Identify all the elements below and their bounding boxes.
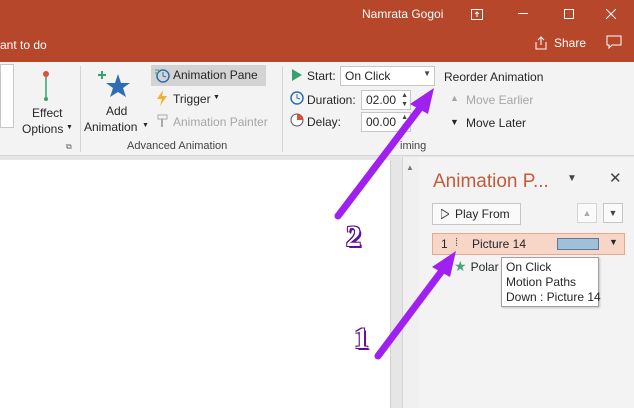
delay-label: Delay: (307, 115, 342, 129)
duration-label: Duration: (307, 93, 356, 107)
chevron-down-icon[interactable]: ▼ (567, 173, 577, 184)
duration-icon (290, 91, 304, 108)
move-earlier-label: Move Earlier (466, 93, 534, 107)
spinner-icon[interactable]: ▲ ▼ (401, 113, 408, 131)
start-icon (292, 69, 302, 84)
spinner-icon[interactable]: ▲ ▼ (401, 91, 408, 109)
lightning-icon (156, 90, 168, 109)
animation-name: Picture 14 (472, 237, 527, 251)
tooltip-line: On Click (506, 260, 552, 274)
user-name[interactable]: Namrata Gogoi (362, 7, 443, 21)
start-select[interactable]: On Click ▼ (340, 66, 435, 86)
title-bar: Namrata Gogoi (0, 0, 634, 28)
animation-pane-label: Animation Pane (173, 68, 258, 82)
effect-options-icon (43, 71, 49, 101)
delay-icon (290, 113, 304, 130)
dialog-launcher-icon[interactable]: ⧉ (66, 142, 72, 152)
divider (80, 66, 81, 152)
timing-group-label: iming (400, 140, 427, 152)
ribbon-display-icon[interactable] (454, 0, 500, 28)
slide-canvas[interactable] (0, 160, 391, 408)
triangle-up-icon: ▲ (450, 93, 459, 103)
trigger-label: Trigger (173, 92, 211, 106)
move-down-button[interactable]: ▼ (603, 203, 623, 223)
ribbon: Effect Options ▼ ⧉ Add Animation ▼ Anima… (0, 62, 634, 156)
divider (282, 66, 283, 152)
play-icon (441, 209, 449, 219)
start-value: On Click (345, 69, 391, 83)
chevron-down-icon: ▼ (423, 69, 431, 78)
gallery-scroll[interactable] (0, 64, 14, 128)
add-animation-line2: Animation (84, 120, 138, 134)
duration-input[interactable]: 02.00 ▲ ▼ (361, 90, 411, 110)
move-later-button[interactable]: ▼ Move Later (448, 115, 538, 133)
reorder-animation-label: Reorder Animation (444, 70, 544, 84)
add-animation-button[interactable]: Add Animation ▼ (84, 66, 150, 138)
effect-options-line2: Options (22, 122, 64, 136)
share-button[interactable]: Share (534, 36, 586, 50)
annotation-marker-1: 1 (354, 322, 369, 355)
painter-icon (156, 114, 170, 131)
add-animation-line1: Add (106, 104, 128, 118)
share-icon (535, 36, 547, 50)
chevron-down-icon: ▼ (142, 122, 149, 129)
start-label: Start: (307, 69, 336, 83)
animation-pane-icon (154, 67, 170, 86)
share-label: Share (554, 36, 587, 50)
animation-tooltip: On Click Motion Paths Down : Picture 14 (501, 257, 601, 307)
animation-pane-title: Animation P... (433, 171, 549, 192)
comment-icon[interactable] (606, 35, 622, 52)
star-icon: ★ (454, 258, 467, 274)
move-earlier-button[interactable]: ▲ Move Earlier (448, 92, 538, 110)
animation-painter-label: Animation Painter (173, 115, 268, 129)
move-up-button[interactable]: ▲ (577, 203, 597, 223)
chevron-down-icon[interactable]: ▼ (609, 237, 618, 247)
timeline-bar[interactable] (557, 238, 599, 250)
scroll-up-icon[interactable]: ▲ (406, 163, 414, 172)
effect-options-line1: Effect (32, 106, 63, 120)
trigger-button[interactable]: Trigger ▼ (151, 89, 231, 109)
triangle-down-icon: ▼ (450, 117, 459, 127)
play-from-label: Play From (455, 207, 510, 221)
close-icon[interactable]: ✕ (609, 169, 622, 187)
animation-painter-button[interactable]: Animation Painter (151, 112, 276, 132)
triangle-down-icon: ▼ (608, 208, 618, 218)
delay-input[interactable]: 00.00 ▲ ▼ (361, 112, 411, 132)
mouse-click-icon: ⁞ (455, 237, 459, 249)
tell-me-text[interactable]: ant to do (0, 38, 47, 52)
tooltip-line: Motion Paths (506, 275, 577, 289)
chevron-down-icon: ▼ (66, 124, 73, 131)
vertical-scrollbar[interactable]: ▲ (402, 157, 418, 408)
effect-options-button[interactable]: Effect Options ▼ (20, 66, 76, 144)
play-from-button[interactable]: Play From (432, 203, 521, 225)
animation-name: Polar (470, 259, 499, 274)
chevron-down-icon: ▼ (213, 94, 220, 101)
duration-value: 02.00 (366, 93, 397, 107)
animation-pane: Animation P... ▼ ✕ Play From ▲ ▼ 1 ⁞ Pic… (418, 157, 634, 408)
tooltip-line: Down : Picture 14 (506, 290, 601, 304)
animation-list-item[interactable]: ★ Polar (454, 258, 499, 275)
animation-list-item[interactable]: 1 ⁞ Picture 14 ▼ (432, 233, 625, 255)
close-icon[interactable] (588, 0, 634, 28)
add-animation-icon (98, 71, 130, 97)
move-later-label: Move Later (466, 116, 527, 130)
maximize-icon[interactable] (546, 0, 592, 28)
minimize-icon[interactable] (500, 0, 546, 28)
advanced-animation-group-label: Advanced Animation (127, 140, 228, 152)
animation-index: 1 (441, 237, 448, 251)
animation-pane-button[interactable]: Animation Pane (151, 65, 266, 86)
annotation-marker-2: 2 (346, 220, 361, 253)
delay-value: 00.00 (366, 115, 397, 129)
triangle-up-icon: ▲ (582, 208, 592, 218)
tell-me-bar: ant to do Share (0, 28, 634, 62)
